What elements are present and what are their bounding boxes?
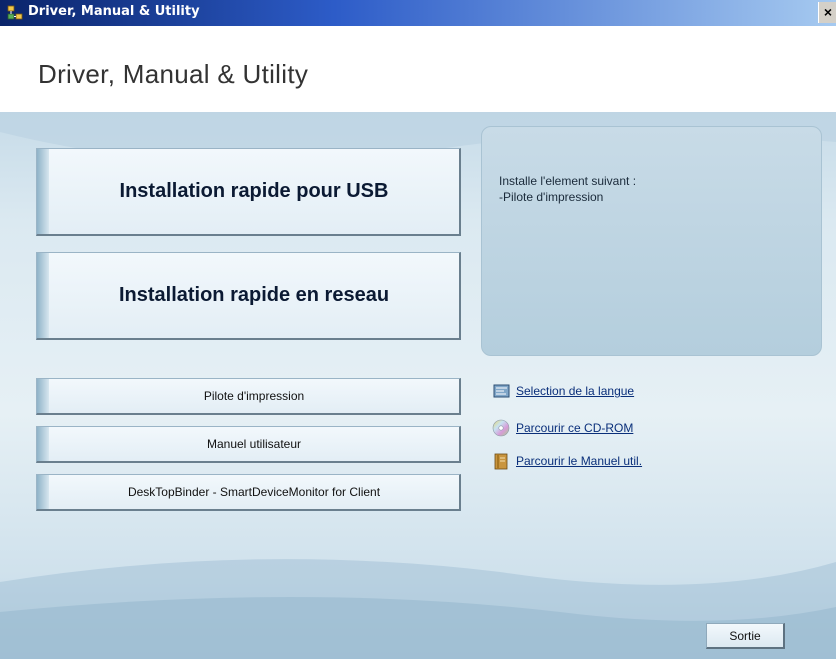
- quick-install-usb-button[interactable]: Installation rapide pour USB: [36, 148, 461, 236]
- info-panel: Installe l'element suivant : -Pilote d'i…: [481, 126, 822, 356]
- button-accent-bar: [37, 149, 49, 234]
- main-panel: Installation rapide pour USB Installatio…: [0, 112, 836, 659]
- info-line-2: -Pilote d'impression: [499, 190, 604, 204]
- browse-cdrom-link[interactable]: Parcourir ce CD-ROM: [492, 418, 633, 438]
- header: Driver, Manual & Utility: [0, 26, 836, 112]
- info-line-1: Installe l'element suivant :: [499, 174, 637, 188]
- quick-install-network-label: Installation rapide en reseau: [118, 284, 390, 306]
- desktopbinder-label: DeskTopBinder - SmartDeviceMonitor for C…: [127, 485, 381, 499]
- title-bar: Driver, Manual & Utility ×: [0, 0, 836, 26]
- language-flag-icon: [493, 384, 510, 398]
- browse-manual-link[interactable]: Parcourir le Manuel util.: [492, 451, 642, 471]
- exit-button[interactable]: Sortie: [706, 623, 785, 649]
- app-icon: [7, 5, 23, 20]
- desktopbinder-button[interactable]: DeskTopBinder - SmartDeviceMonitor for C…: [36, 474, 461, 511]
- user-manual-button[interactable]: Manuel utilisateur: [36, 426, 461, 463]
- browse-cdrom-label: Parcourir ce CD-ROM: [516, 421, 634, 435]
- language-selection-label: Selection de la langue: [516, 384, 635, 398]
- printer-driver-button[interactable]: Pilote d'impression: [36, 378, 461, 415]
- button-accent-bar: [37, 253, 49, 338]
- button-accent-bar: [37, 379, 49, 413]
- language-selection-link[interactable]: Selection de la langue: [492, 381, 634, 401]
- quick-install-usb-label: Installation rapide pour USB: [119, 180, 389, 202]
- close-icon: ×: [823, 4, 833, 20]
- button-accent-bar: [37, 427, 49, 461]
- browse-manual-label: Parcourir le Manuel util.: [516, 454, 643, 468]
- manual-book-icon: [494, 453, 508, 470]
- button-accent-bar: [37, 475, 49, 509]
- printer-driver-label: Pilote d'impression: [203, 389, 305, 403]
- user-manual-label: Manuel utilisateur: [206, 437, 302, 451]
- cd-rom-icon: [492, 419, 510, 437]
- page-title: Driver, Manual & Utility: [38, 59, 309, 89]
- window-title: Driver, Manual & Utility: [28, 4, 200, 19]
- close-button[interactable]: ×: [818, 2, 836, 23]
- quick-install-network-button[interactable]: Installation rapide en reseau: [36, 252, 461, 340]
